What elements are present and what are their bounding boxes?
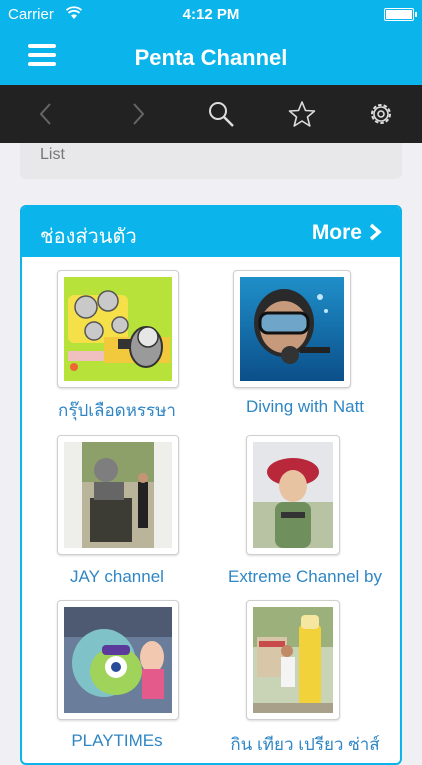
list-label: List [40,146,65,163]
channel-thumbnail[interactable] [246,600,340,720]
channel-name[interactable]: Extreme Channel by [210,567,400,587]
star-icon[interactable] [287,99,317,129]
channel-thumbnail[interactable] [233,270,351,388]
channel-thumbnail[interactable] [57,270,179,388]
cartoon-thumbnail-image [64,277,172,381]
search-icon[interactable] [206,99,236,129]
channel-thumbnail[interactable] [57,435,179,555]
status-time: 4:12 PM [182,6,240,23]
navigation-bar: Penta Channel [0,30,422,85]
channel-item[interactable]: Diving with Natt [210,270,400,425]
private-channels-panel: ช่องส่วนตัว More กรุ๊ปเลือดหรรษา Diving … [20,205,402,765]
underwater-diver-photo [240,277,344,381]
chevron-left-icon[interactable] [32,99,62,129]
channel-name[interactable]: PLAYTIMEs [22,731,212,751]
channel-name[interactable]: JAY channel [22,567,212,587]
channel-name[interactable]: Diving with Natt [210,397,400,417]
more-button[interactable]: More [312,221,382,245]
chevron-right-icon[interactable] [122,99,152,129]
channel-item[interactable]: PLAYTIMEs [22,600,212,755]
channel-item[interactable]: JAY channel [22,435,212,590]
page-title: Penta Channel [134,45,288,70]
gear-icon[interactable] [366,99,396,129]
channel-name[interactable]: กรุ๊ปเลือดหรรษา [22,397,212,424]
panel-header: ช่องส่วนตัว More [22,207,400,257]
status-bar: Carrier 4:12 PM [0,0,422,30]
plush-toys-photo [64,607,172,713]
list-bar[interactable]: List [20,143,402,179]
chevron-right-icon [369,223,382,241]
toolbar [0,85,422,143]
gas-pump-photo [253,607,333,713]
channel-thumbnail[interactable] [57,600,179,720]
channel-name[interactable]: กิน เทียว เปรียว ซ่าส์ [210,731,400,758]
channel-item[interactable]: กรุ๊ปเลือดหรรษา [22,270,212,425]
battery-icon [384,8,417,21]
channel-item[interactable]: Extreme Channel by [210,435,400,590]
more-label: More [311,221,362,244]
person-in-hat-photo [253,442,333,548]
section-title: ช่องส่วนตัว [40,226,137,248]
channel-thumbnail[interactable] [246,435,340,555]
statue-outdoor-photo [64,442,172,548]
channel-item[interactable]: กิน เทียว เปรียว ซ่าส์ [210,600,400,755]
